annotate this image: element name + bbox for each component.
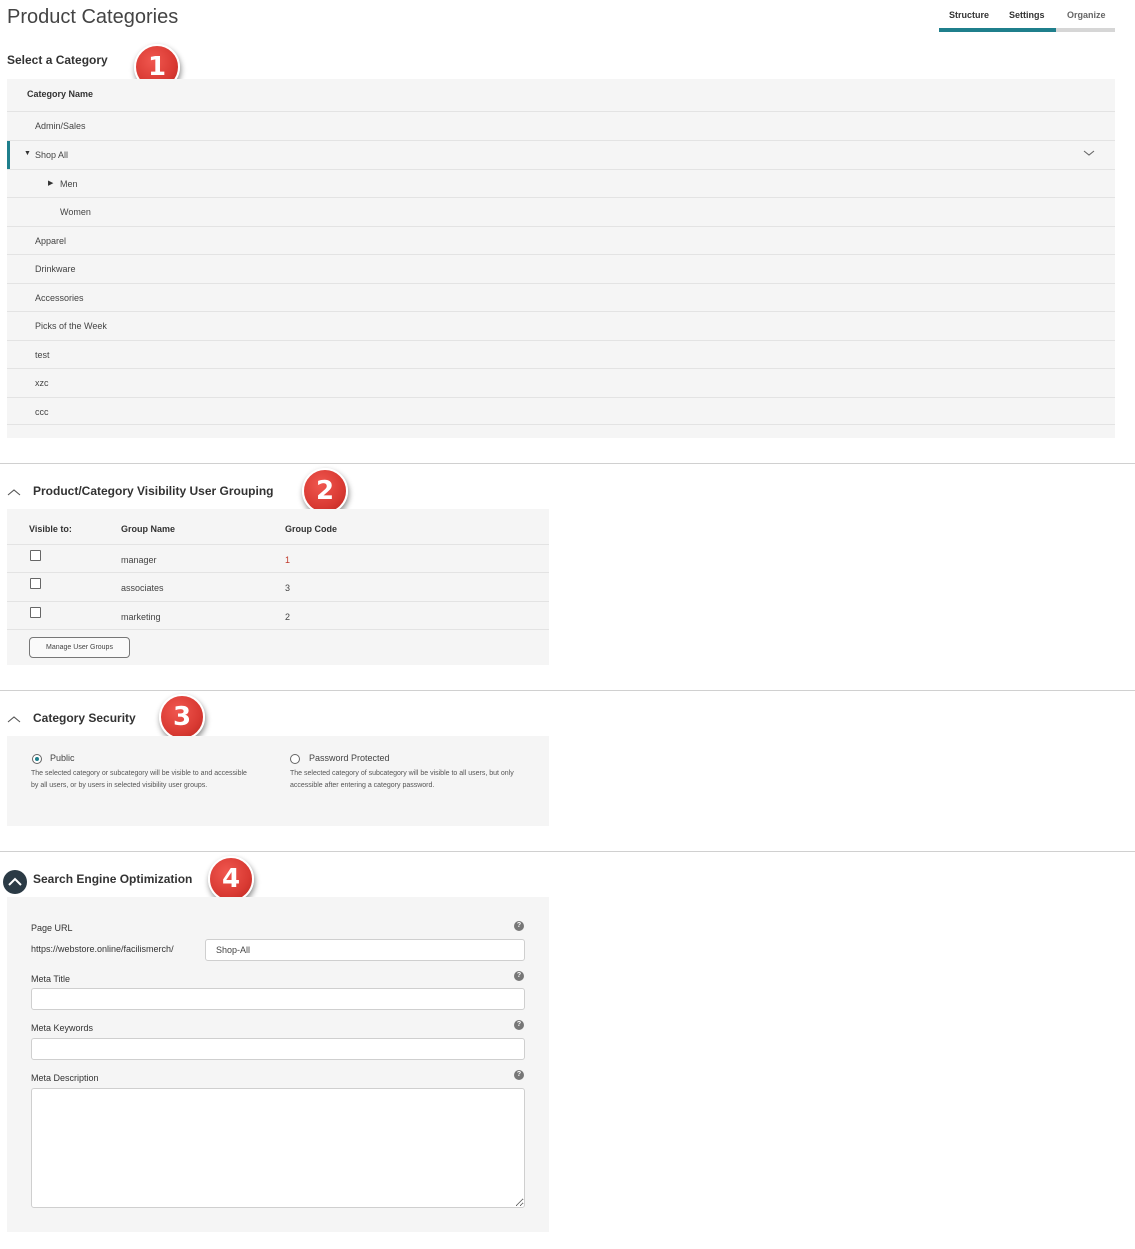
tab-settings[interactable]: Settings bbox=[1009, 10, 1045, 20]
callout-badge-4: 4 bbox=[208, 856, 254, 902]
visible-to-column-header: Visible to: bbox=[29, 524, 72, 534]
meta-description-label: Meta Description bbox=[31, 1073, 99, 1083]
table-row: manager 1 bbox=[7, 544, 549, 573]
category-row-label: ccc bbox=[35, 407, 49, 417]
group-code-cell: 2 bbox=[285, 612, 291, 622]
url-prefix: https://webstore.online/facilismerch/ bbox=[31, 944, 174, 954]
seo-collapse-toggle[interactable] bbox=[3, 870, 27, 894]
page-title: Product Categories bbox=[7, 6, 179, 28]
category-row-label: xzc bbox=[35, 378, 49, 388]
help-icon[interactable]: ? bbox=[514, 921, 524, 931]
collapse-chevron-up-icon[interactable] bbox=[7, 487, 21, 497]
callout-badge-3: 3 bbox=[159, 694, 205, 740]
category-row-test[interactable]: test bbox=[7, 340, 1115, 368]
group-code-cell: 3 bbox=[285, 583, 291, 593]
meta-keywords-input[interactable] bbox=[31, 1038, 525, 1060]
category-security-heading: Category Security bbox=[33, 711, 136, 725]
section-divider bbox=[0, 851, 1135, 852]
category-row-drinkware[interactable]: Drinkware bbox=[7, 254, 1115, 282]
visible-checkbox[interactable] bbox=[30, 578, 41, 589]
help-icon[interactable]: ? bbox=[514, 971, 524, 981]
category-row-accessories[interactable]: Accessories bbox=[7, 283, 1115, 311]
visible-checkbox[interactable] bbox=[30, 607, 41, 618]
category-row-label: Admin/Sales bbox=[35, 121, 86, 131]
group-name-cell: associates bbox=[121, 583, 164, 593]
help-icon[interactable]: ? bbox=[514, 1070, 524, 1080]
category-row-ccc[interactable]: ccc bbox=[7, 397, 1115, 425]
tab-structure[interactable]: Structure bbox=[949, 10, 989, 20]
user-group-table: Visible to: Group Name Group Code manage… bbox=[7, 509, 549, 665]
section-divider bbox=[0, 463, 1135, 464]
callout-badge-2: 2 bbox=[302, 468, 348, 514]
category-row-admin-sales[interactable]: Admin/Sales bbox=[7, 111, 1115, 139]
group-code-column-header: Group Code bbox=[285, 524, 337, 534]
category-row-label: Shop All bbox=[35, 150, 69, 160]
meta-description-textarea[interactable] bbox=[31, 1088, 525, 1208]
seo-heading: Search Engine Optimization bbox=[33, 872, 193, 886]
page-url-slug-input[interactable] bbox=[205, 939, 525, 961]
category-row-xzc[interactable]: xzc bbox=[7, 368, 1115, 396]
category-row-label: Men bbox=[60, 179, 78, 189]
collapse-chevron-up-icon[interactable] bbox=[7, 714, 21, 724]
help-icon[interactable]: ? bbox=[514, 1020, 524, 1030]
category-row-shop-all[interactable]: ▼ Shop All bbox=[7, 140, 1115, 169]
seo-panel: Page URL ? https://webstore.online/facil… bbox=[7, 897, 549, 1232]
visibility-heading: Product/Category Visibility User Groupin… bbox=[33, 484, 274, 498]
category-tree-panel: Category Name Admin/Sales ▼ Shop All ▶ M… bbox=[7, 79, 1115, 438]
category-row-label: Women bbox=[60, 207, 91, 217]
category-row-label: test bbox=[35, 350, 50, 360]
meta-title-label: Meta Title bbox=[31, 974, 71, 984]
category-row-picks-of-the-week[interactable]: Picks of the Week bbox=[7, 311, 1115, 339]
category-row-label: Accessories bbox=[35, 293, 84, 303]
public-description: The selected category or subcategory wil… bbox=[31, 770, 247, 789]
table-row: associates 3 bbox=[7, 572, 549, 601]
group-name-cell: marketing bbox=[121, 612, 161, 622]
select-category-heading: Select a Category bbox=[7, 53, 108, 67]
table-row: marketing 2 bbox=[7, 601, 549, 630]
public-radio[interactable] bbox=[32, 754, 42, 764]
category-row-women[interactable]: Women bbox=[7, 197, 1115, 225]
category-row-men[interactable]: ▶ Men bbox=[7, 169, 1115, 197]
category-row-label: Apparel bbox=[35, 236, 67, 246]
tab-organize[interactable]: Organize bbox=[1067, 10, 1106, 20]
password-protected-radio[interactable] bbox=[290, 754, 300, 764]
password-protected-description: The selected category of subcategory wil… bbox=[290, 770, 514, 789]
category-security-panel: Public The selected category or subcateg… bbox=[7, 736, 549, 826]
caret-collapsed-icon[interactable]: ▶ bbox=[48, 179, 53, 187]
category-name-column-header: Category Name bbox=[27, 89, 94, 99]
category-row-apparel[interactable]: Apparel bbox=[7, 226, 1115, 254]
visible-checkbox[interactable] bbox=[30, 550, 41, 561]
group-name-cell: manager bbox=[121, 555, 157, 565]
tab-bar: Structure Settings Organize bbox=[939, 0, 1115, 33]
chevron-down-icon[interactable] bbox=[1083, 147, 1095, 159]
caret-expanded-icon[interactable]: ▼ bbox=[24, 150, 31, 157]
page-url-label: Page URL bbox=[31, 923, 73, 933]
password-protected-radio-label: Password Protected bbox=[309, 753, 390, 763]
chevron-up-icon bbox=[8, 877, 22, 886]
public-radio-label: Public bbox=[50, 753, 75, 763]
group-name-column-header: Group Name bbox=[121, 524, 176, 534]
meta-keywords-label: Meta Keywords bbox=[31, 1023, 94, 1033]
group-code-cell: 1 bbox=[285, 555, 291, 565]
section-divider bbox=[0, 690, 1135, 691]
category-row-label: Drinkware bbox=[35, 264, 76, 274]
category-row-label: Picks of the Week bbox=[35, 321, 107, 331]
tab-underline-active bbox=[939, 28, 1056, 32]
manage-user-groups-button[interactable]: Manage User Groups bbox=[29, 637, 130, 658]
meta-title-input[interactable] bbox=[31, 988, 525, 1010]
